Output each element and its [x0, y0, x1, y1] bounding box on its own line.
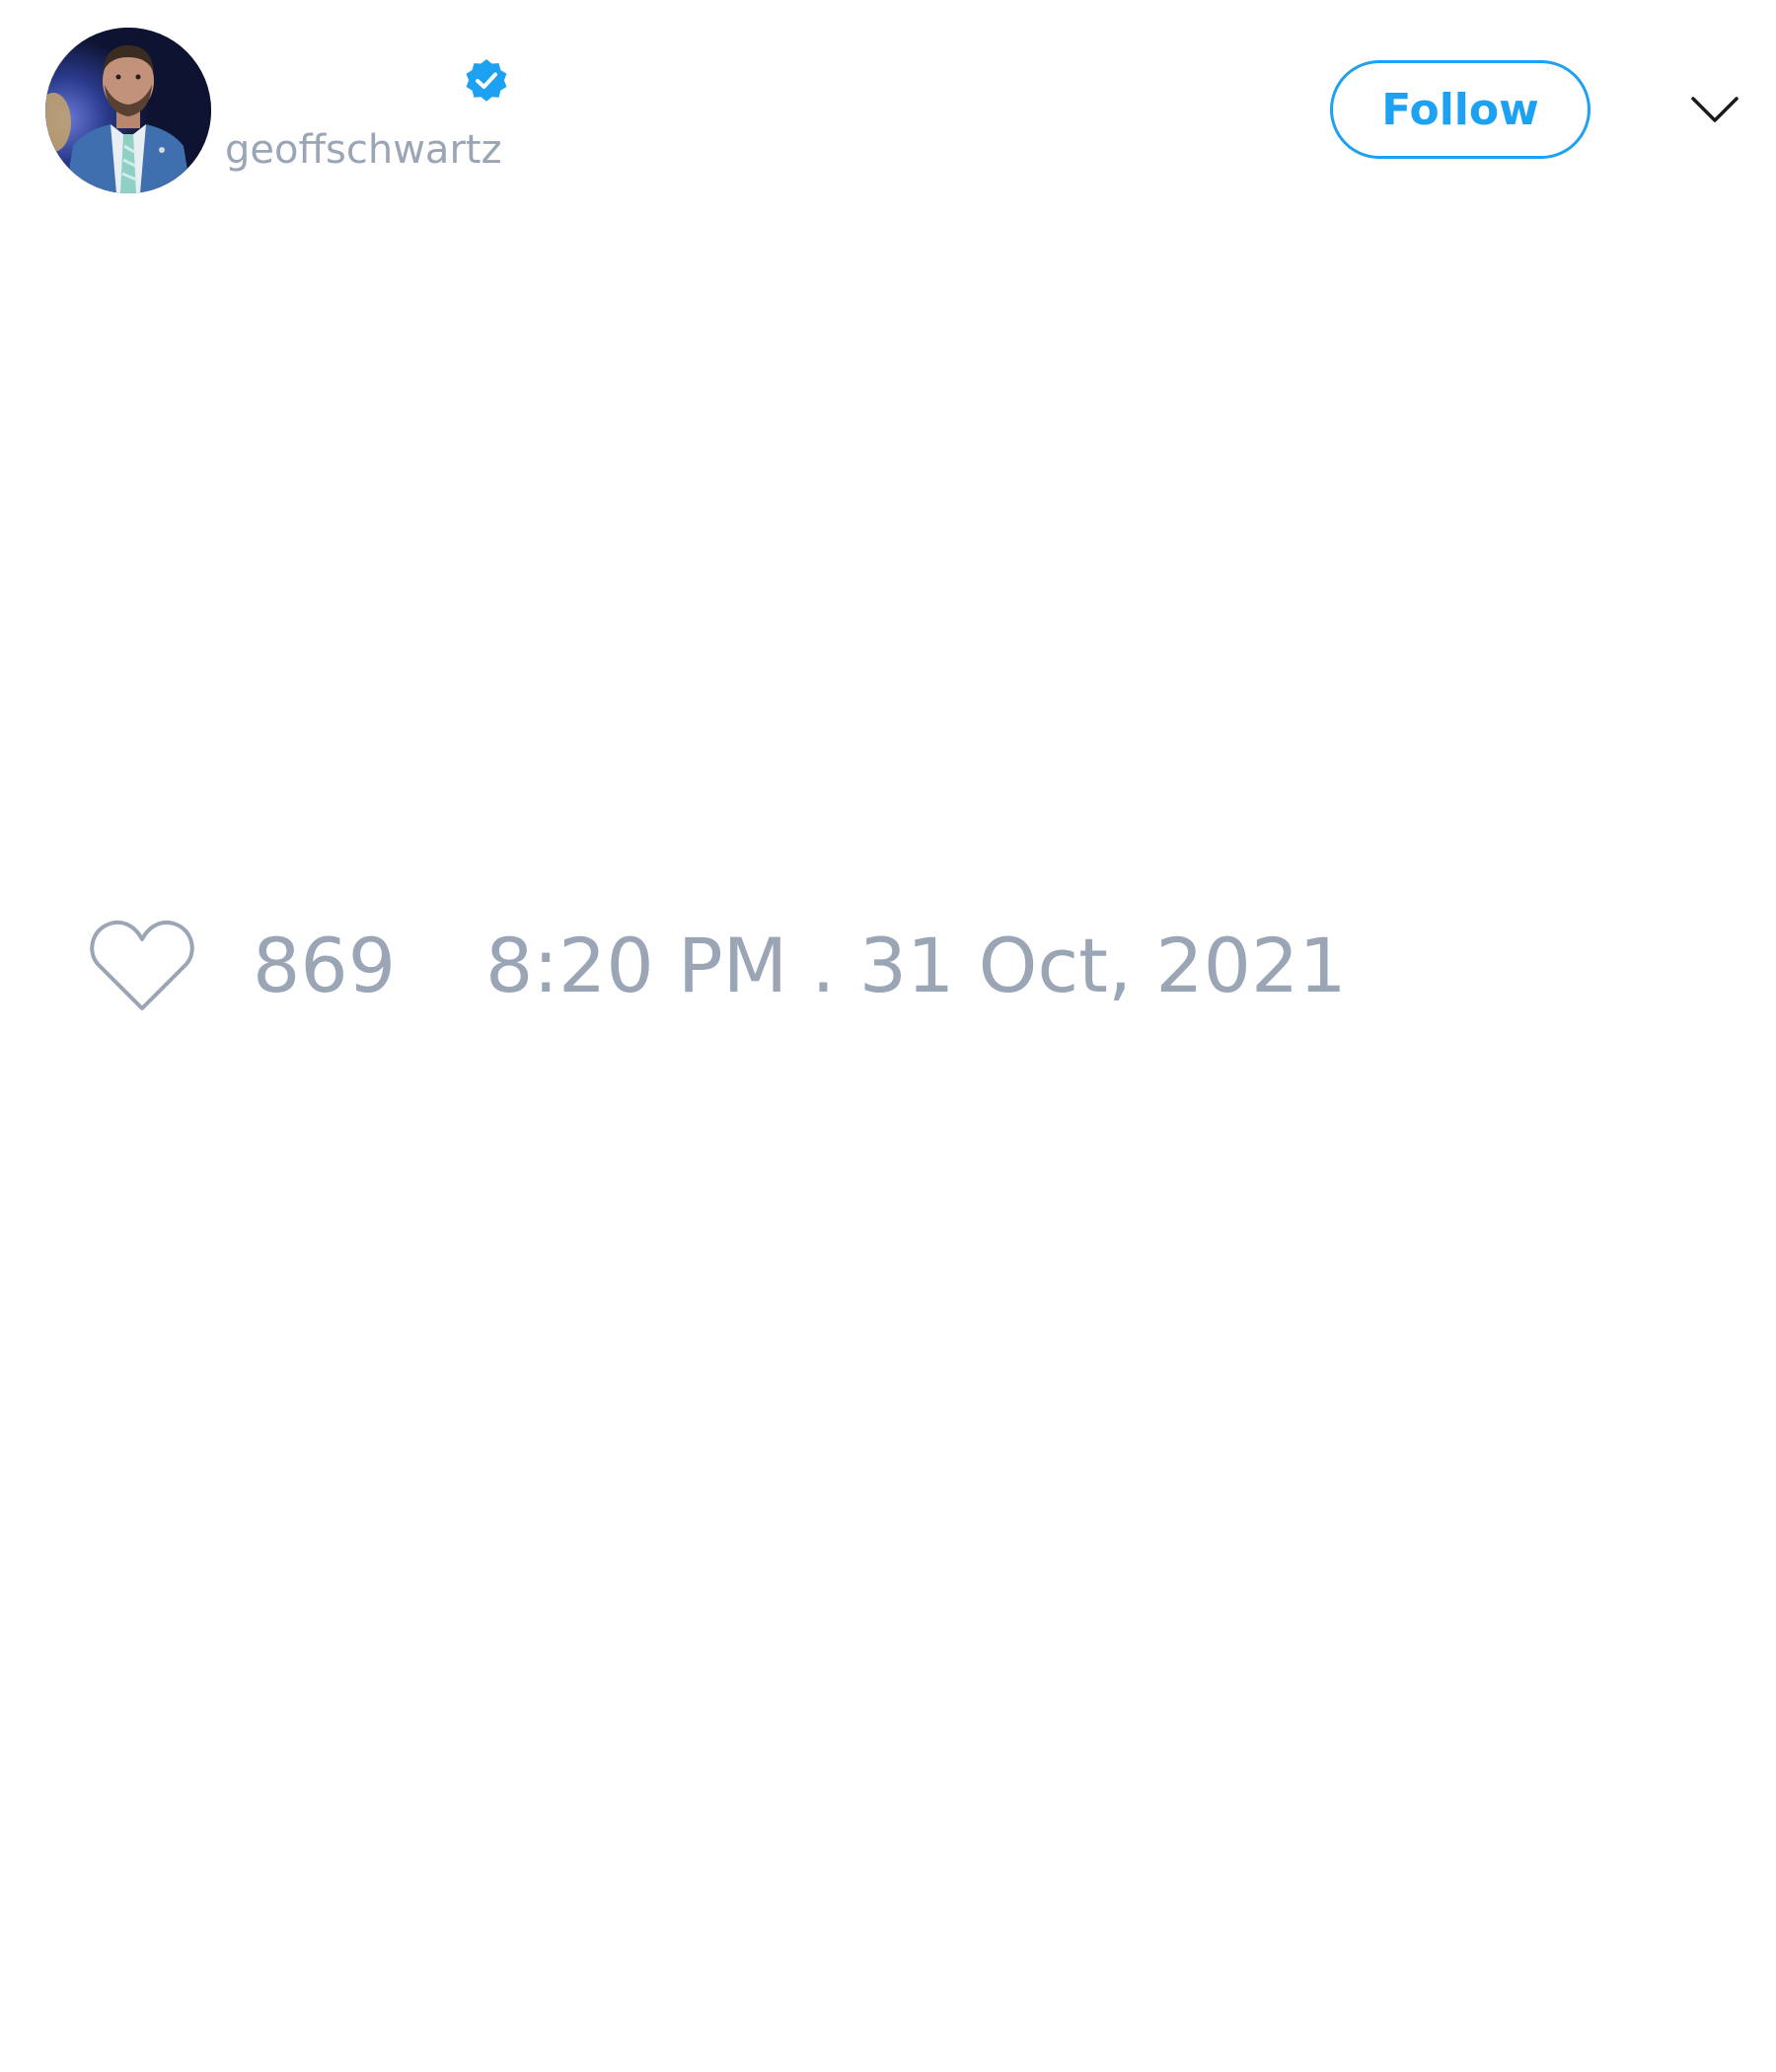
verified-badge-icon [466, 59, 507, 102]
avatar-photo [45, 28, 211, 193]
heart-outline-icon[interactable] [89, 918, 195, 1016]
chevron-down-icon[interactable] [1689, 89, 1740, 128]
avatar[interactable] [45, 28, 211, 193]
follow-button[interactable]: Follow [1330, 60, 1591, 159]
tweet-timestamp[interactable]: 8:20 PM . 31 Oct, 2021 [485, 922, 1347, 1010]
like-count: 869 [253, 922, 397, 1009]
author-handle[interactable]: geoffschwartz [225, 126, 502, 174]
